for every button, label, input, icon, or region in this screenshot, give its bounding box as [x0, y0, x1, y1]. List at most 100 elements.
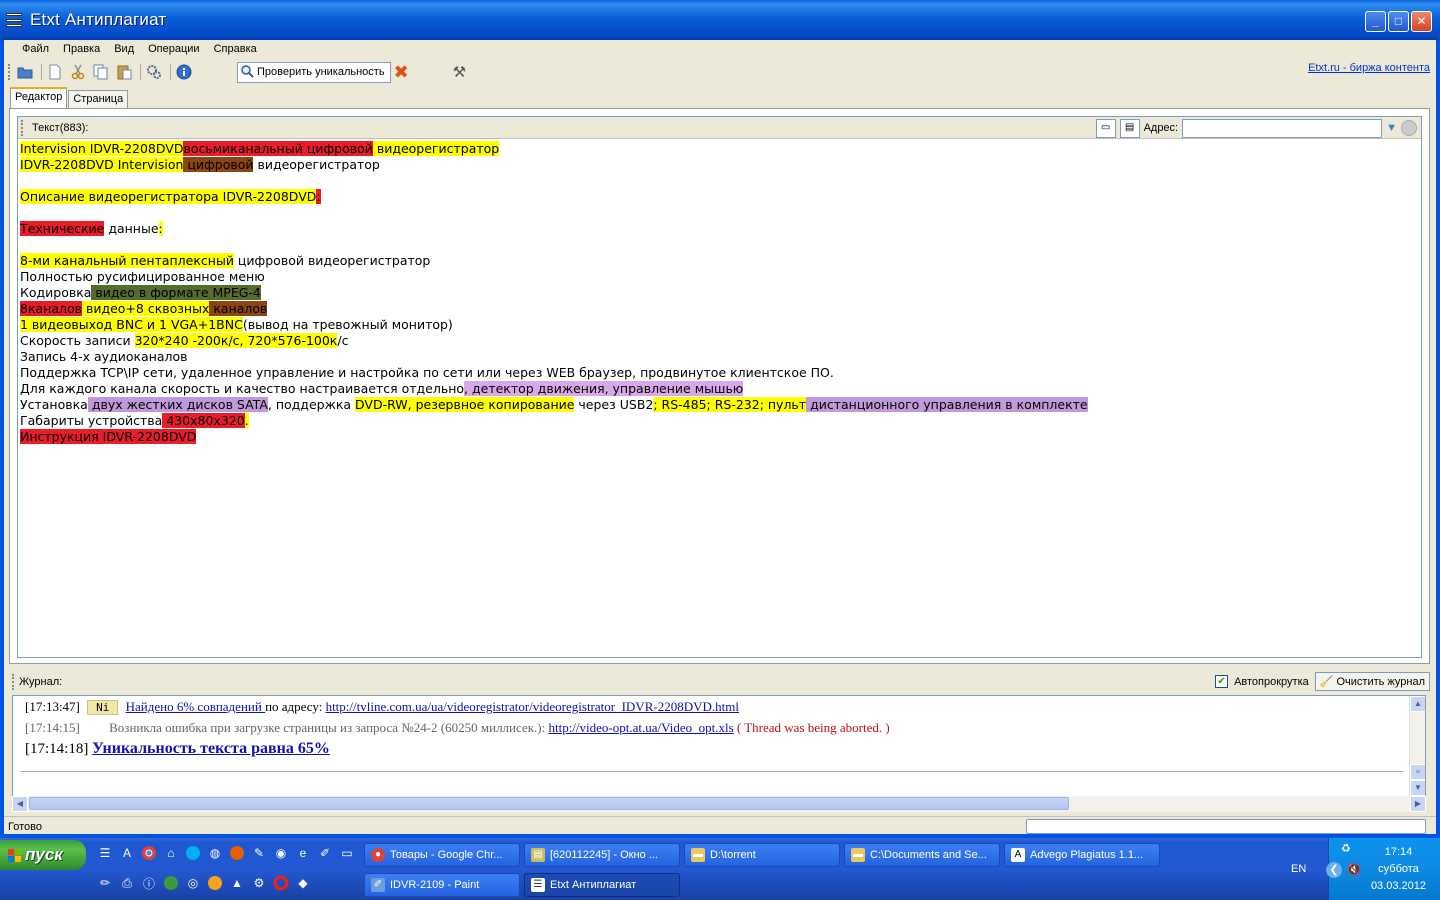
open-folder-icon[interactable] [15, 62, 35, 82]
go-arrow-icon[interactable]: ▼ [1386, 122, 1397, 134]
scroll-thumb[interactable]: ≡ [1410, 764, 1425, 780]
tab-strip: Редактор Страница [10, 87, 129, 109]
tray-expand-icon[interactable]: ❮ [1326, 862, 1342, 878]
task-label: Etxt Антиплагиат [550, 879, 637, 891]
home-icon[interactable]: ⌂ [162, 844, 180, 862]
desktop-icon[interactable]: ▭ [338, 844, 356, 862]
menu-file[interactable]: Файл [18, 43, 59, 55]
opera-icon[interactable]: ◍ [206, 844, 224, 862]
text-segment: каналов [209, 301, 268, 316]
settings-gears-icon[interactable] [144, 62, 164, 82]
task-etxt[interactable]: ☰ Etxt Антиплагиат [524, 873, 680, 897]
scroll-down-icon[interactable]: ▼ [1410, 780, 1425, 796]
text-segment: , поддержка [267, 397, 356, 412]
window-title: Etxt Антиплагиат [30, 10, 167, 29]
clear-journal-button[interactable]: 🧹 Очистить журнал [1314, 672, 1430, 691]
cancel-icon[interactable] [1401, 120, 1417, 136]
toolbar-grip[interactable] [8, 64, 11, 80]
hscroll-thumb[interactable] [29, 797, 1069, 810]
window-app-icon: ▤ [531, 848, 545, 862]
torrent-icon[interactable] [162, 874, 180, 892]
close-button[interactable]: ✕ [1411, 11, 1432, 32]
task-label: D:\torrent [710, 849, 756, 861]
text-segment: : [158, 221, 163, 236]
etxt-site-link[interactable]: Etxt.ru - биржа контента [1308, 62, 1430, 74]
orange-icon[interactable] [206, 874, 224, 892]
menu-view[interactable]: Вид [110, 43, 144, 55]
pen-icon[interactable]: ✏ [96, 874, 114, 892]
info-icon[interactable] [174, 62, 194, 82]
menu-operations[interactable]: Операции [144, 43, 209, 55]
app-icon-red[interactable]: ◉ [272, 844, 290, 862]
start-button[interactable]: пуск [0, 840, 86, 870]
chrome-icon[interactable] [140, 844, 158, 862]
status-bar: Готово [4, 816, 1436, 836]
volume-muted-icon[interactable]: 🔇 [1347, 863, 1361, 876]
language-indicator[interactable]: EN [1291, 863, 1306, 875]
journal-hscroll[interactable]: ◀ ▶ [12, 796, 1426, 812]
editor-line: Описание видеорегистратора IDVR-2208DVD: [20, 189, 1420, 205]
editor-container: Текст(883): ▭ ▤ Адрес: ▼ Intervision IDV… [17, 116, 1422, 658]
new-document-icon[interactable] [45, 62, 65, 82]
tools-icon[interactable]: ⚙ [250, 874, 268, 892]
copy-icon[interactable] [91, 62, 111, 82]
tab-editor[interactable]: Редактор [10, 87, 68, 109]
text-segment: IDVR-2208DVD Intervision [20, 157, 184, 172]
uniqueness-result-link[interactable]: Уникальность текста равна 65% [92, 740, 330, 757]
menu-edit[interactable]: Правка [59, 43, 110, 55]
tool-icon[interactable]: ✎ [250, 844, 268, 862]
menu-help[interactable]: Справка [210, 43, 267, 55]
log-found-link[interactable]: Найдено 6% совпадений [126, 699, 265, 714]
folder-icon: ▬ [691, 848, 705, 862]
tab-page[interactable]: Страница [68, 90, 129, 109]
task-documents-folder[interactable]: ▬ C:\Documents and Se... [844, 843, 1000, 867]
task-window[interactable]: ▤ [620112245] - Окно ... [524, 843, 680, 867]
ie-icon[interactable]: e [294, 844, 312, 862]
clock[interactable]: 17:14 суббота 03.03.2012 [1371, 844, 1426, 895]
journal-grip[interactable] [12, 674, 15, 690]
task-torrent-folder[interactable]: ▬ D:\torrent [684, 843, 840, 867]
info-app-icon[interactable]: ⓘ [140, 874, 158, 892]
check-uniqueness-button[interactable]: Проверить уникальность [237, 61, 391, 83]
text-segment: Полностью русифицированное меню [20, 269, 265, 284]
media-icon[interactable]: ◎ [184, 874, 202, 892]
log-url-link[interactable]: http://tvline.com.ua/ua/videoregistrator… [326, 699, 739, 714]
firefox-icon[interactable] [228, 844, 246, 862]
autoscroll-checkbox[interactable]: ✔ [1215, 675, 1229, 688]
advego-icon: A [1011, 848, 1025, 862]
scroll-up-icon[interactable]: ▲ [1410, 696, 1425, 712]
app-window: Etxt Антиплагиат _ □ ✕ Файл Правка Вид О… [0, 0, 1440, 838]
editor-grip[interactable] [21, 119, 24, 136]
hammer-icon[interactable]: ⚒ [453, 63, 466, 81]
maximize-button[interactable]: □ [1388, 11, 1409, 32]
journal-vscroll[interactable]: ▲ ≡ ▼ [1409, 696, 1425, 796]
task-advego[interactable]: A Advego Plagiatus 1.1... [1004, 843, 1160, 867]
stop-x-icon[interactable]: ✖ [394, 62, 409, 83]
single-view-icon[interactable]: ▭ [1095, 118, 1116, 138]
scroll-right-icon[interactable]: ▶ [1410, 796, 1426, 812]
avast-icon[interactable]: ▲ [228, 874, 246, 892]
network-icon[interactable]: ♻ [1341, 842, 1351, 855]
skype-icon[interactable] [184, 844, 202, 862]
editor-line: 1 видеовыход BNC и 1 VGA+1BNC(вывод на т… [20, 317, 1420, 333]
log-time: [17:14:18] [25, 741, 89, 757]
task-paint[interactable]: ✐ IDVR-2109 - Paint [364, 873, 520, 897]
scroll-left-icon[interactable]: ◀ [12, 796, 28, 812]
red-diamond-icon[interactable]: ◆ [294, 874, 312, 892]
split-view-icon[interactable]: ▤ [1119, 118, 1140, 138]
address-input[interactable] [1182, 118, 1383, 138]
paste-icon[interactable] [114, 62, 134, 82]
cut-icon[interactable] [68, 62, 88, 82]
minimize-button[interactable]: _ [1365, 11, 1386, 32]
paint-icon[interactable]: ✐ [316, 844, 334, 862]
editor-line: Установка двух жестких дисков SATA, подд… [20, 397, 1420, 413]
task-chrome[interactable]: ● Товары - Google Chr... [364, 843, 520, 867]
font-a-icon[interactable]: A [118, 844, 136, 862]
notes-icon[interactable]: ☰ [96, 844, 114, 862]
divider [21, 771, 1403, 772]
text-editor[interactable]: Intervision IDVR-2208DVDвосьмиканальный … [20, 141, 1420, 445]
log-url-link[interactable]: http://video-opt.at.ua/Video_opt.xls [548, 720, 733, 735]
title-bar[interactable]: Etxt Антиплагиат _ □ ✕ [0, 0, 1440, 40]
printer-icon[interactable]: ⎙ [118, 874, 136, 892]
opera-o-icon[interactable] [272, 874, 290, 892]
